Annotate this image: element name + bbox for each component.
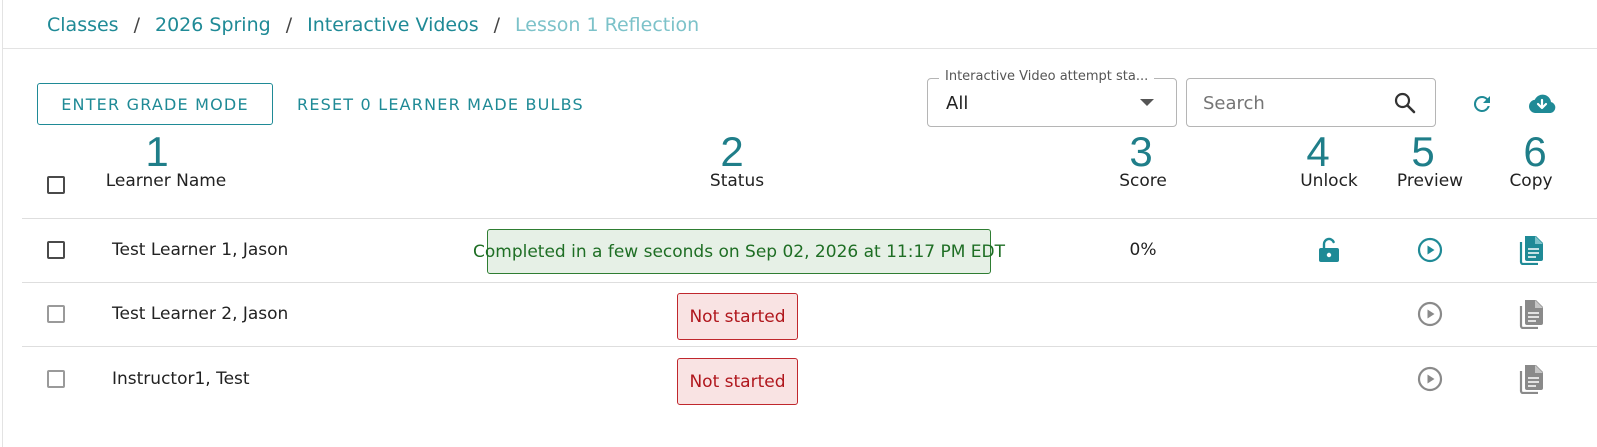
attempt-status-value: All [946,93,969,114]
column-number: 4 [1306,128,1330,175]
row-checkbox[interactable] [47,241,65,259]
refresh-icon[interactable] [1467,89,1497,119]
lock-open-icon[interactable] [1313,234,1345,266]
attempt-status-select[interactable]: Interactive Video attempt sta... All [927,69,1177,127]
play-circle-icon [1414,363,1446,395]
column-number: 5 [1411,128,1435,175]
status-badge: Not started [677,358,798,405]
copy-document-icon [1515,363,1547,395]
row-checkbox[interactable] [47,305,65,323]
attempt-status-label: Interactive Video attempt sta... [939,69,1155,84]
breadcrumb-separator: / [285,14,293,36]
breadcrumb-link-term[interactable]: 2026 Spring [155,14,271,36]
header-row-divider [22,218,1597,219]
status-badge: Completed in a few seconds on Sep 02, 20… [473,229,1005,274]
breadcrumb-link-section[interactable]: Interactive Videos [307,14,479,36]
score-value: 0% [1129,240,1157,260]
column-header-copy: Copy [1509,171,1553,191]
copy-document-icon [1515,298,1547,330]
breadcrumb-separator: / [133,14,140,36]
search-field[interactable] [1186,78,1436,127]
column-header-unlock: Unlock [1300,171,1358,191]
header-divider [3,48,1597,49]
row-divider [22,282,1597,283]
copy-document-icon[interactable] [1515,234,1547,266]
play-circle-icon[interactable] [1414,234,1446,266]
breadcrumb-separator: / [493,14,501,36]
select-all-checkbox[interactable] [47,176,65,194]
column-header-preview: Preview [1396,171,1464,191]
search-icon[interactable] [1393,91,1417,119]
column-header-status[interactable]: Status [710,171,764,191]
column-number: 3 [1129,128,1153,175]
learner-name: Test Learner 2, Jason [112,304,289,324]
learner-name: Instructor1, Test [112,369,250,389]
row-checkbox[interactable] [47,370,65,388]
breadcrumb-current: Lesson 1 Reflection [515,14,700,36]
column-header-score[interactable]: Score [1119,171,1167,191]
search-input[interactable] [1201,89,1385,117]
reset-bulbs-button[interactable]: RESET 0 LEARNER MADE BULBS [297,83,584,125]
breadcrumb: Classes / 2026 Spring / Interactive Vide… [47,12,699,38]
caret-down-icon [1140,99,1154,106]
column-number: 1 [145,128,169,175]
column-number: 6 [1523,128,1547,175]
breadcrumb-link-classes[interactable]: Classes [47,14,119,36]
cloud-download-icon[interactable] [1527,89,1557,119]
status-badge: Not started [677,293,798,340]
play-circle-icon [1414,298,1446,330]
column-header-learner-name[interactable]: Learner Name [106,171,227,191]
column-number: 2 [720,128,744,175]
enter-grade-mode-button[interactable]: ENTER GRADE MODE [37,83,273,125]
learner-name: Test Learner 1, Jason [112,240,289,260]
row-divider [22,346,1597,347]
